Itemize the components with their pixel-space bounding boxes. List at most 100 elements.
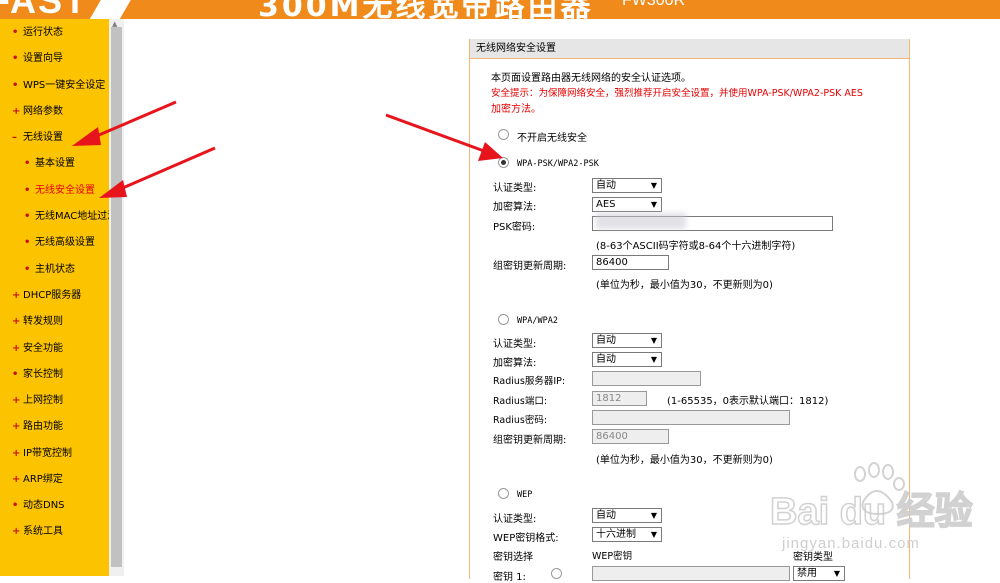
sidebar-item-label: 无线设置 (23, 132, 63, 143)
menu-bullet-icon: • (12, 369, 19, 380)
wep-auth-value: 自动 (596, 510, 616, 521)
psk-hint: (8-63个ASCII码字符或8-64个十六进制字符) (596, 241, 796, 252)
wpa-psk-title: WPA-PSK/WPA2-PSK (517, 159, 599, 169)
radius-ip-input[interactable] (592, 371, 701, 386)
sidebar-item-label: 无线高级设置 (35, 237, 95, 248)
sidebar-item[interactable]: + ARP绑定 (0, 470, 109, 490)
sidebar-item[interactable]: • 无线安全设置 (0, 181, 109, 201)
radius-password-input[interactable] (592, 410, 790, 425)
sidebar-item-label: 上网控制 (23, 395, 63, 406)
chevron-down-icon: ▼ (650, 181, 657, 190)
sidebar-item[interactable]: • 家长控制 (0, 365, 109, 385)
sidebar-item-label: 安全功能 (23, 343, 63, 354)
wpa-enc-value: 自动 (596, 354, 616, 365)
redacted-password-blur (596, 213, 686, 229)
baidu-watermark: Bai du 经验 jingyan.baidu.com (769, 462, 973, 552)
sidebar-item-label: 动态DNS (23, 500, 65, 511)
sidebar-item[interactable]: + 上网控制 (0, 391, 109, 411)
wep-title: WEP (517, 490, 533, 500)
sidebar-item[interactable]: • 运行状态 (0, 23, 109, 43)
sidebar-item[interactable]: • 动态DNS (0, 496, 109, 516)
sidebar-item[interactable]: – 无线设置 (0, 128, 109, 148)
wpa-enc-select[interactable]: 自动 ▼ (592, 352, 662, 367)
menu-bullet-icon: + (12, 395, 21, 406)
radio-wpa[interactable] (498, 314, 509, 325)
wpa-renew-label: 组密钥更新周期: (493, 435, 567, 446)
sidebar-item-label: 无线MAC地址过滤 (35, 211, 118, 222)
wpa-psk-enc-select[interactable]: AES ▼ (592, 197, 662, 212)
menu-bullet-icon: • (24, 185, 31, 196)
menu-bullet-icon: • (12, 500, 19, 511)
wep-auth-label: 认证类型: (493, 514, 537, 525)
model-name: FW300R (622, 0, 686, 9)
wpa-auth-select[interactable]: 自动 ▼ (592, 333, 662, 348)
sidebar-item-label: 基本设置 (35, 158, 75, 169)
menu-bullet-icon: • (24, 211, 31, 222)
product-title: 300M无线宽带路由器 (258, 0, 594, 19)
sidebar-scrollbar[interactable]: ▲ (109, 19, 124, 576)
sidebar-item-label: 家长控制 (23, 369, 63, 380)
sidebar-item-label: IP带宽控制 (23, 448, 72, 459)
wep-format-select[interactable]: 十六进制 ▼ (592, 527, 662, 542)
sidebar-item[interactable]: + 系统工具 (0, 522, 109, 542)
paw-toe-icon (854, 466, 866, 482)
warning-line-2: 加密方法。 (491, 104, 541, 115)
menu-bullet-icon: + (12, 106, 21, 117)
brand-logo: FAST (0, 0, 88, 19)
menu-bullet-icon: + (12, 421, 21, 432)
chevron-down-icon: ▼ (650, 511, 657, 520)
menu-bullet-icon: + (12, 474, 21, 485)
menu-bullet-icon: • (12, 53, 19, 64)
wep-auth-select[interactable]: 自动 ▼ (592, 508, 662, 523)
sidebar-item[interactable]: + IP带宽控制 (0, 444, 109, 464)
psk-password-label: PSK密码: (493, 222, 536, 233)
panel-title: 无线网络安全设置 (470, 39, 909, 59)
sidebar-item[interactable]: + 安全功能 (0, 339, 109, 359)
sidebar-item[interactable]: • 主机状态 (0, 260, 109, 280)
sidebar-item-label: 运行状态 (23, 27, 63, 38)
menu-bullet-icon: + (12, 290, 21, 301)
sidebar-item-label: 系统工具 (23, 526, 63, 537)
sidebar-item[interactable]: • 基本设置 (0, 154, 109, 174)
menu-bullet-icon: • (24, 237, 31, 248)
wpa-auth-label: 认证类型: (493, 339, 537, 350)
sidebar-item[interactable]: • 无线MAC地址过滤 (0, 207, 117, 227)
sidebar: • 运行状态 • 设置向导 • WPS一键安全设定 + 网络参数 – 无线设置 • 基本设置 • 无线安全… (0, 19, 117, 576)
sidebar-item[interactable]: • 无线高级设置 (0, 233, 109, 253)
sidebar-item-label: 无线安全设置 (35, 185, 95, 196)
chevron-down-icon: ▼ (650, 200, 657, 209)
sidebar-item[interactable]: • 设置向导 (0, 49, 109, 69)
sidebar-item[interactable]: + 网络参数 (0, 102, 109, 122)
sidebar-item[interactable]: + 转发规则 (0, 312, 109, 332)
radio-wpa-psk[interactable] (498, 157, 509, 168)
sidebar-item[interactable]: + DHCP服务器 (0, 286, 109, 306)
wpa-renew-input[interactable]: 86400 (592, 429, 669, 444)
radius-port-input[interactable]: 1812 (592, 391, 647, 406)
sidebar-item[interactable]: • WPS一键安全设定 (0, 76, 109, 96)
wep-format-label: WEP密钥格式: (493, 533, 559, 544)
wpa-psk-auth-label: 认证类型: (493, 183, 537, 194)
sidebar-item[interactable]: + 路由功能 (0, 417, 109, 437)
menu-bullet-icon: • (24, 264, 31, 275)
radio-key1[interactable] (551, 568, 562, 579)
wpa-enc-label: 加密算法: (493, 358, 537, 369)
radio-no-security[interactable] (498, 129, 509, 140)
wpa-psk-renew-input[interactable]: 86400 (592, 255, 669, 270)
wpa-psk-auth-select[interactable]: 自动 ▼ (592, 178, 662, 193)
key1-input[interactable] (592, 566, 790, 581)
radio-wep[interactable] (498, 488, 509, 499)
col-wep-key: WEP密钥 (592, 551, 633, 562)
wpa-psk-renew-hint: (单位为秒，最小值为30，不更新则为0) (596, 280, 773, 291)
intro-text: 本页面设置路由器无线网络的安全认证选项。 (491, 73, 691, 84)
scrollbar-thumb[interactable] (111, 27, 122, 567)
chevron-down-icon: ▼ (650, 336, 657, 345)
wpa-auth-value: 自动 (596, 335, 616, 346)
menu-bullet-icon: • (24, 158, 31, 169)
watermark-url: jingyan.baidu.com (781, 535, 920, 552)
wpa-renew-hint: (单位为秒，最小值为30，不更新则为0) (596, 455, 773, 466)
logo-divider (83, 0, 137, 19)
radius-port-hint: (1-65535，0表示默认端口：1812) (667, 396, 829, 407)
wpa-psk-enc-value: AES (596, 199, 616, 210)
menu-bullet-icon: – (12, 132, 17, 143)
sidebar-item-label: 路由功能 (23, 421, 63, 432)
